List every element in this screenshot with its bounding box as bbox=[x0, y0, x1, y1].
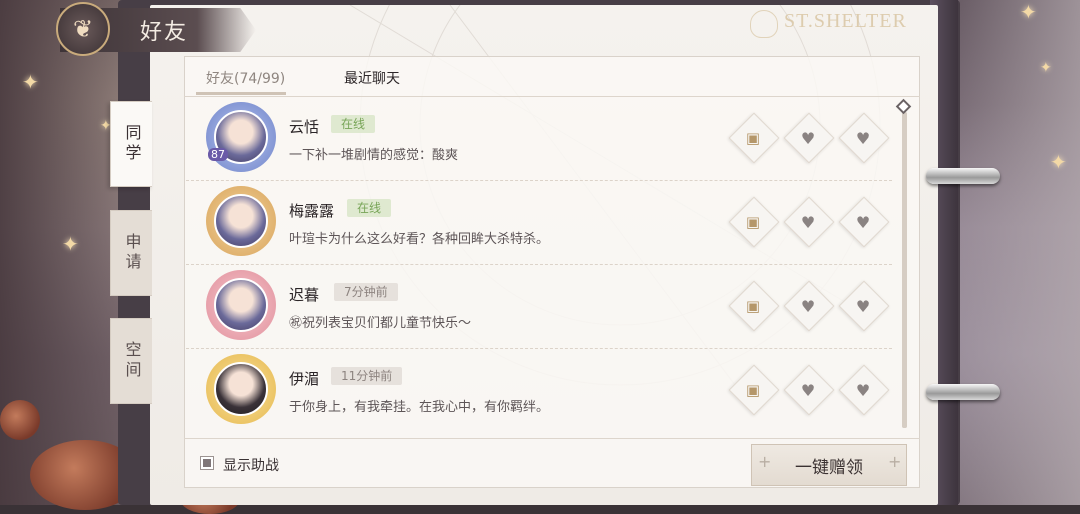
butterfly-icon: ❦ bbox=[56, 2, 110, 56]
heart-check-icon: ♥ bbox=[855, 296, 871, 316]
friend-name: 伊湄 bbox=[289, 370, 320, 388]
status-badge: 11分钟前 bbox=[331, 367, 403, 385]
side-tab-label: 同学 bbox=[122, 124, 142, 164]
heart-gift-icon: ♥ bbox=[800, 296, 816, 316]
side-tab-label: 申请 bbox=[122, 233, 142, 273]
friend-list[interactable]: 87 云恬 在线 一下补一堆剧情的感觉：酸爽 ▣ ♥ ♥ 梅露露 在线 叶瑄卡为… bbox=[186, 96, 892, 438]
star-decoration: ✦ bbox=[1050, 150, 1067, 174]
tab-recent-chats[interactable]: 最近聊天 bbox=[344, 68, 400, 88]
friend-message: ㊗祝列表宝贝们都儿童节快乐～ bbox=[289, 316, 472, 331]
crest-icon bbox=[750, 10, 778, 38]
star-decoration: ✦ bbox=[22, 70, 39, 94]
brand-logo: ST.SHELTER bbox=[784, 10, 907, 32]
status-badge: 7分钟前 bbox=[334, 283, 398, 301]
claim-all-label: 一键赠领 bbox=[795, 457, 863, 478]
heart-gift-icon: ♥ bbox=[800, 212, 816, 232]
friend-name: 梅露露 bbox=[289, 202, 335, 220]
avatar[interactable]: 87 bbox=[206, 102, 276, 172]
status-badge: 在线 bbox=[331, 115, 376, 133]
avatar-portrait bbox=[214, 278, 268, 332]
star-decoration: ✦ bbox=[1020, 0, 1037, 24]
scrollbar-thumb[interactable] bbox=[902, 112, 907, 428]
friend-row[interactable]: 迟暮 7分钟前 ㊗祝列表宝贝们都儿童节快乐～ ▣ ♥ ♥ bbox=[186, 264, 892, 349]
heart-check-icon: ♥ bbox=[855, 128, 871, 148]
side-tab-classmates[interactable]: 同学 bbox=[110, 101, 152, 187]
plus-icon: + bbox=[758, 452, 772, 471]
chat-bubble-icon: ▣ bbox=[745, 129, 761, 147]
friend-message: 于你身上，有我牵挂。在我心中，有你羁绊。 bbox=[289, 400, 550, 415]
tab-bar: 好友(74/99) 最近聊天 bbox=[184, 60, 920, 97]
avatar-level-badge: 87 bbox=[208, 148, 228, 161]
binder-ring bbox=[926, 168, 1000, 184]
avatar[interactable] bbox=[206, 354, 276, 424]
active-tab-indicator bbox=[196, 92, 286, 95]
chat-bubble-icon: ▣ bbox=[745, 213, 761, 231]
heart-gift-icon: ♥ bbox=[800, 380, 816, 400]
plus-icon: + bbox=[888, 452, 902, 471]
chat-bubble-icon: ▣ bbox=[745, 297, 761, 315]
star-decoration: ✦ bbox=[62, 232, 79, 256]
heart-gift-icon: ♥ bbox=[800, 128, 816, 148]
show-support-label: 显示助战 bbox=[223, 458, 279, 474]
side-tab-label: 空间 bbox=[122, 341, 142, 381]
friend-row[interactable]: 梅露露 在线 叶瑄卡为什么这么好看？各种回眸大杀特杀。 ▣ ♥ ♥ bbox=[186, 180, 892, 265]
side-tab-requests[interactable]: 申请 bbox=[110, 210, 152, 296]
chat-bubble-icon: ▣ bbox=[745, 381, 761, 399]
avatar[interactable] bbox=[206, 270, 276, 340]
avatar-portrait bbox=[214, 362, 268, 416]
friend-row[interactable]: 伊湄 11分钟前 于你身上，有我牵挂。在我心中，有你羁绊。 ▣ ♥ ♥ bbox=[186, 348, 892, 432]
friend-message: 叶瑄卡为什么这么好看？各种回眸大杀特杀。 bbox=[289, 232, 550, 247]
side-tab-space[interactable]: 空间 bbox=[110, 318, 152, 404]
friend-row[interactable]: 87 云恬 在线 一下补一堆剧情的感觉：酸爽 ▣ ♥ ♥ bbox=[186, 96, 892, 181]
page-title: 好友 bbox=[140, 20, 189, 45]
friend-name: 云恬 bbox=[289, 118, 320, 136]
status-badge: 在线 bbox=[347, 199, 392, 217]
binder-ring bbox=[926, 384, 1000, 400]
friend-message: 一下补一堆剧情的感觉：酸爽 bbox=[289, 148, 459, 163]
heart-check-icon: ♥ bbox=[855, 212, 871, 232]
claim-all-button[interactable]: 一键赠领 bbox=[751, 444, 907, 486]
background-right bbox=[950, 0, 1080, 505]
checkbox-mark bbox=[203, 459, 211, 467]
rose-decoration bbox=[0, 400, 40, 440]
friend-name: 迟暮 bbox=[289, 286, 320, 304]
star-decoration: ✦ bbox=[1040, 60, 1052, 76]
footer-divider bbox=[184, 438, 920, 439]
avatar[interactable] bbox=[206, 186, 276, 256]
avatar-portrait bbox=[214, 194, 268, 248]
heart-check-icon: ♥ bbox=[855, 380, 871, 400]
tab-friends[interactable]: 好友(74/99) bbox=[206, 68, 285, 88]
